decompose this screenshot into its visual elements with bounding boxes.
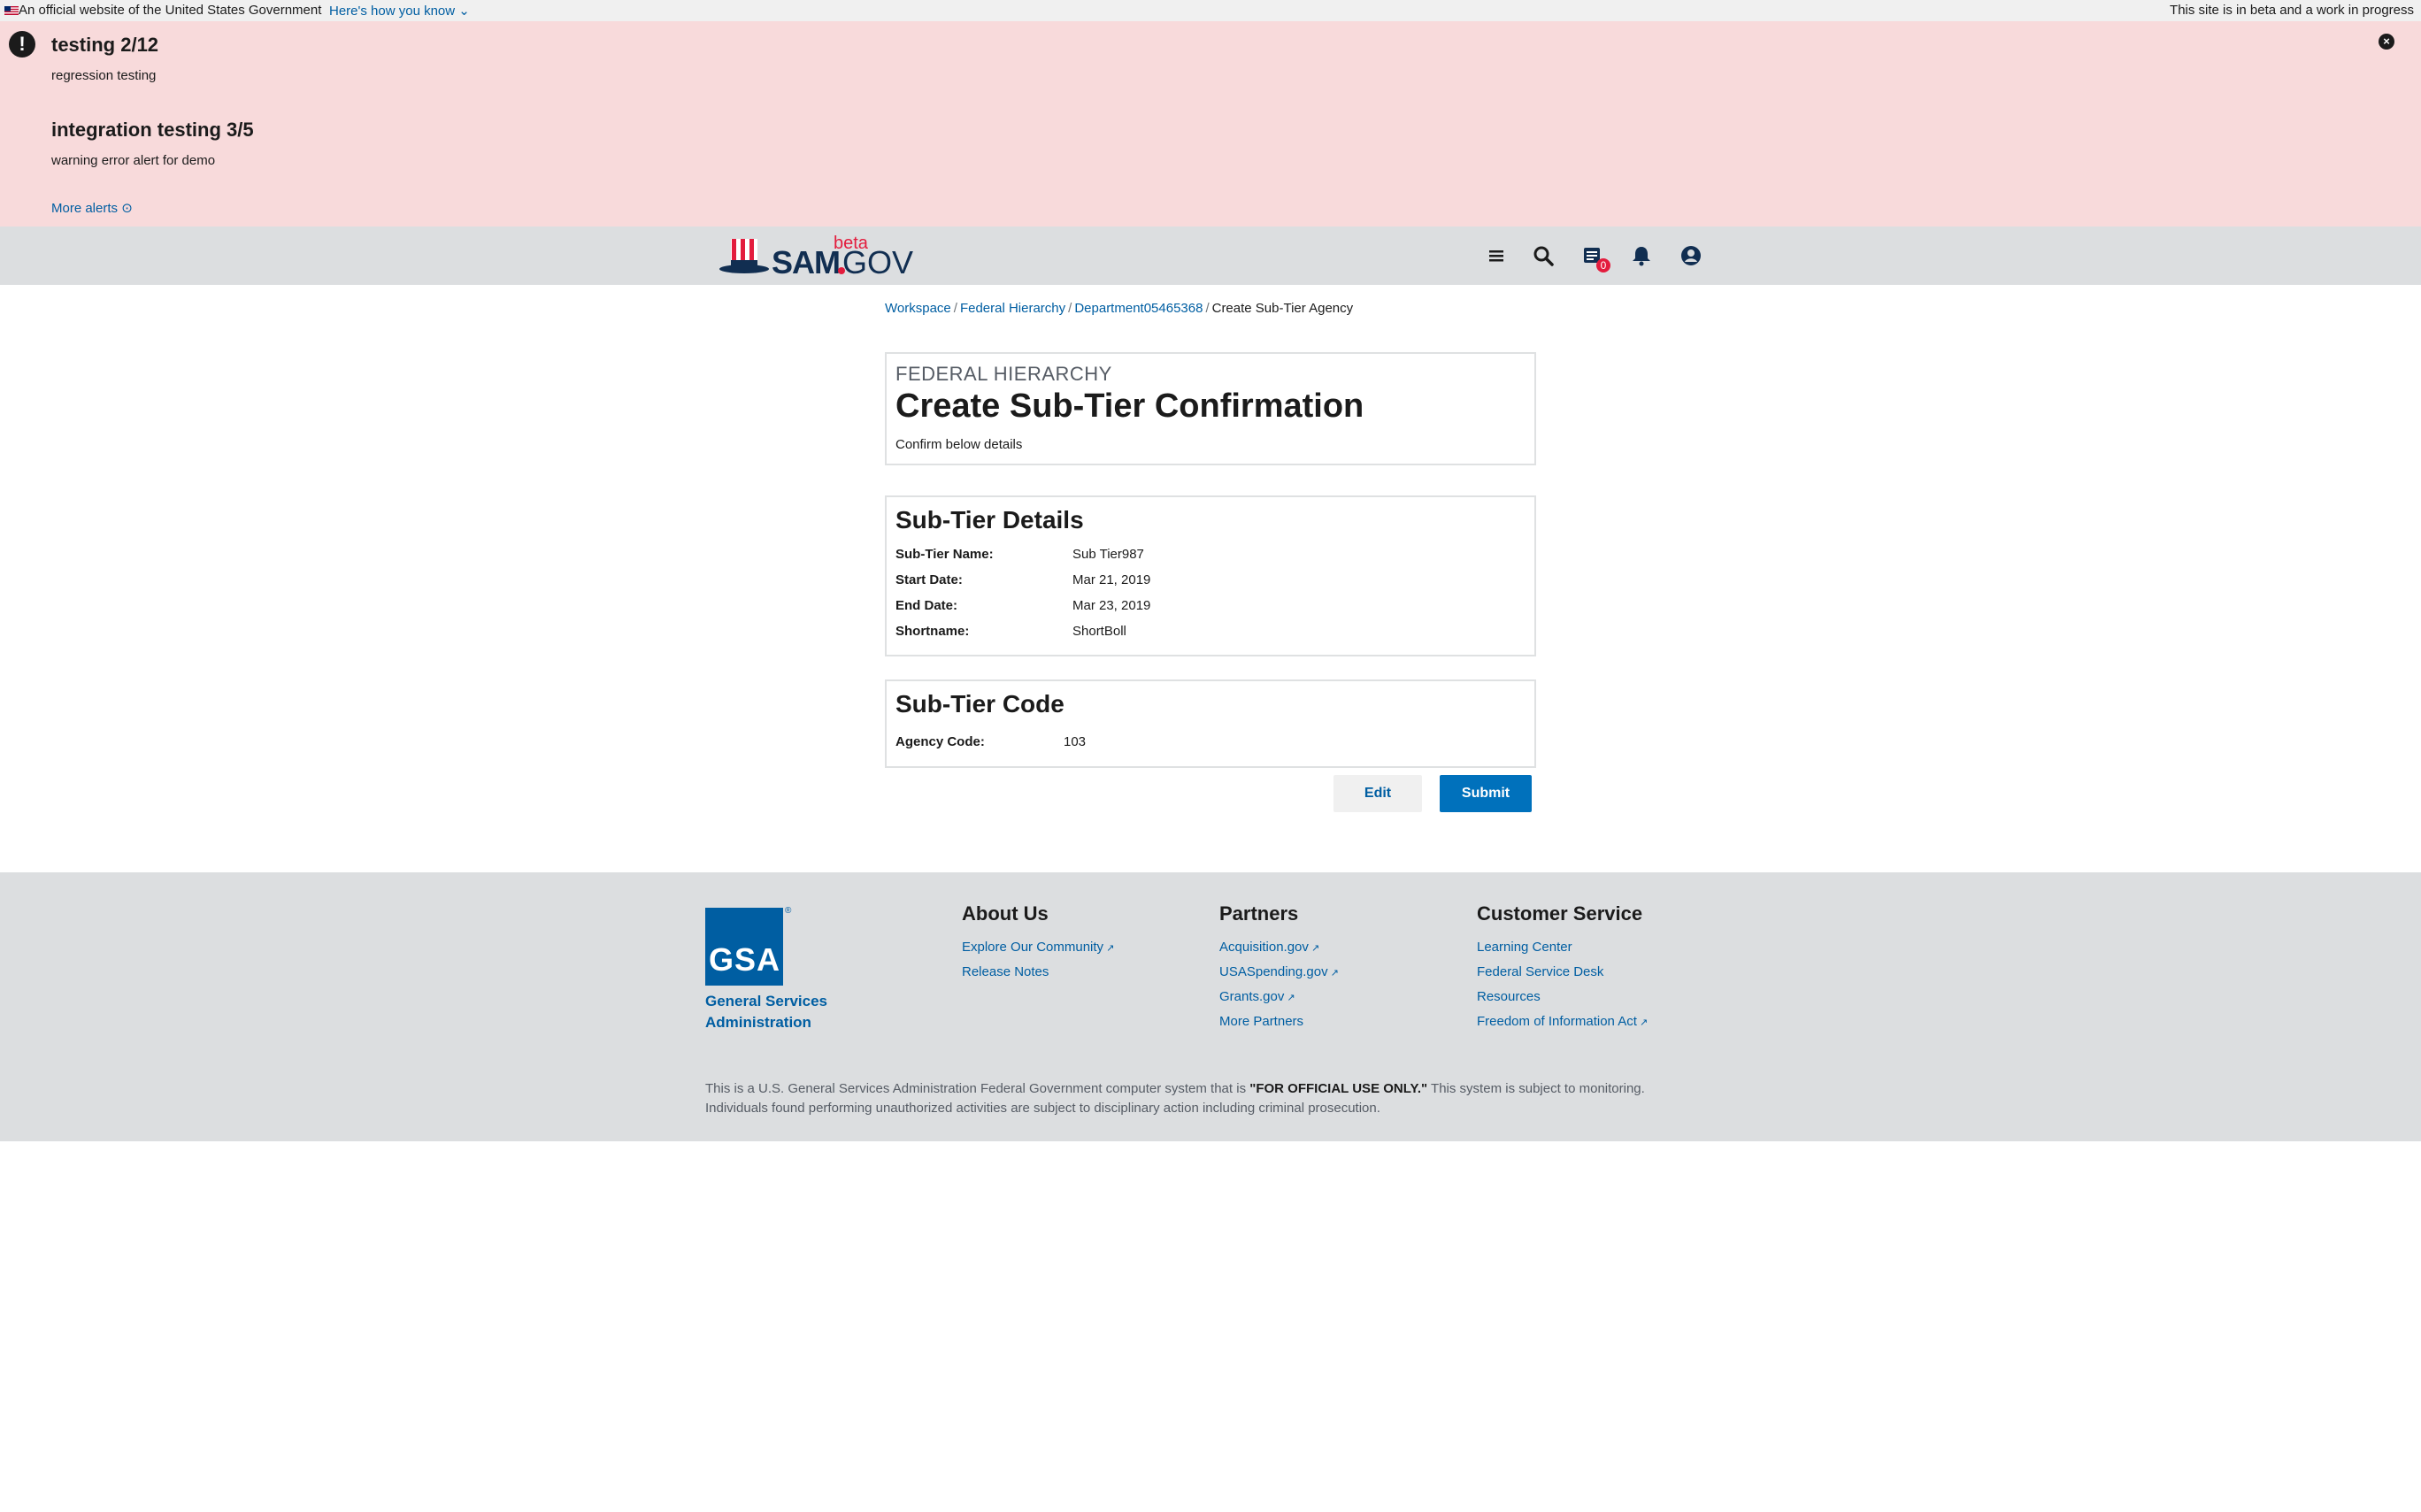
breadcrumb-separator: /	[1068, 301, 1072, 316]
footer-link-foia[interactable]: Freedom of Information Act ↗	[1477, 1014, 1648, 1029]
breadcrumb-separator: /	[1205, 301, 1210, 316]
gsa-logo-text: GSA	[709, 941, 781, 978]
breadcrumb-department[interactable]: Department05465368	[1074, 301, 1203, 316]
us-flag-icon	[4, 6, 19, 15]
disclaimer-official-use: "FOR OFFICIAL USE ONLY."	[1249, 1081, 1428, 1096]
logo-sam-text: SAM	[772, 244, 841, 280]
footer-link-label: Explore Our Community	[962, 940, 1104, 955]
external-link-icon: ↗	[1308, 943, 1320, 954]
more-alerts-link[interactable]: More alerts ⊙	[51, 200, 133, 216]
alert-body: regression testing	[51, 68, 157, 83]
exclamation-icon: !	[9, 31, 35, 58]
alert-body: warning error alert for demo	[51, 153, 216, 168]
beta-notice: This site is in beta and a work in progr…	[2170, 3, 2414, 18]
site-footer: GSA ® General Services Administration Ab…	[0, 872, 2421, 1141]
gsa-logo[interactable]: GSA	[705, 908, 783, 986]
breadcrumb: Workspace / Federal Hierarchy / Department05…	[885, 301, 1353, 316]
sub-tier-code-card: Sub-Tier Code Agency Code: 103	[885, 679, 1536, 768]
gov-banner: An official website of the United States…	[0, 0, 2421, 21]
page-title: Create Sub-Tier Confirmation	[895, 388, 1364, 425]
code-heading: Sub-Tier Code	[895, 690, 1064, 718]
footer-heading-customer-service: Customer Service	[1477, 902, 1643, 925]
footer-link-usaspending[interactable]: USASpending.gov ↗	[1219, 964, 1339, 979]
site-header: SAM GOV beta	[0, 226, 2421, 285]
end-date-value: Mar 23, 2019	[1072, 598, 1151, 613]
sub-tier-details-card: Sub-Tier Details Sub-Tier Name: Sub Tier…	[885, 495, 1536, 656]
bell-icon[interactable]	[1630, 244, 1653, 267]
alerts-panel: ! testing 2/12 regression testing integr…	[0, 21, 2421, 226]
shortname-label: Shortname:	[895, 624, 970, 639]
page-subtitle: Confirm below details	[895, 437, 1023, 452]
edit-button[interactable]: Edit	[1333, 775, 1422, 812]
disclaimer-text: This is a U.S. General Services Administ…	[705, 1081, 1250, 1096]
footer-link-more-partners[interactable]: More Partners	[1219, 1014, 1303, 1029]
external-link-icon: ↗	[1103, 943, 1115, 954]
uncle-sam-hat-icon	[719, 239, 769, 273]
footer-link-label: USASpending.gov	[1219, 964, 1328, 979]
footer-link-acquisition[interactable]: Acquisition.gov ↗	[1219, 940, 1319, 955]
section-eyebrow: FEDERAL HIERARCHY	[895, 363, 1112, 385]
footer-link-label: Acquisition.gov	[1219, 940, 1309, 955]
end-date-label: End Date:	[895, 598, 958, 613]
more-alerts-label: More alerts	[51, 201, 119, 216]
messages-count-badge: 0	[1596, 258, 1610, 272]
footer-link-label: Freedom of Information Act	[1477, 1014, 1637, 1029]
sam-gov-logo[interactable]: SAM GOV beta	[719, 234, 913, 280]
breadcrumb-workspace[interactable]: Workspace	[885, 301, 951, 316]
footer-link-grants[interactable]: Grants.gov ↗	[1219, 989, 1295, 1004]
gsa-name[interactable]: General Services Administration	[705, 991, 847, 1033]
breadcrumb-current: Create Sub-Tier Agency	[1211, 301, 1354, 316]
sub-tier-name-label: Sub-Tier Name:	[895, 547, 994, 562]
shortname-value: ShortBoll	[1072, 624, 1126, 639]
chevron-down-icon: ⌄	[455, 4, 470, 19]
footer-heading-about: About Us	[962, 902, 1049, 925]
official-site-text: An official website of the United States…	[19, 3, 322, 18]
sub-tier-name-value: Sub Tier987	[1072, 547, 1144, 562]
footer-link-explore-community[interactable]: Explore Our Community ↗	[962, 940, 1114, 955]
footer-heading-partners: Partners	[1219, 902, 1299, 925]
registered-mark-icon: ®	[785, 906, 792, 916]
footer-link-resources[interactable]: Resources	[1477, 989, 1541, 1004]
logo-beta-text: beta	[834, 234, 868, 253]
footer-link-service-desk[interactable]: Federal Service Desk	[1477, 964, 1603, 979]
details-heading: Sub-Tier Details	[895, 506, 1084, 533]
menu-icon[interactable]	[1485, 244, 1508, 267]
agency-code-value: 103	[1064, 734, 1087, 749]
alert-title: integration testing 3/5	[51, 119, 254, 141]
footer-link-release-notes[interactable]: Release Notes	[962, 964, 1049, 979]
close-icon[interactable]: ×	[2379, 34, 2394, 50]
how-you-know-label: Here's how you know	[329, 4, 456, 19]
footer-link-learning-center[interactable]: Learning Center	[1477, 940, 1572, 955]
external-link-icon: ↗	[1284, 993, 1295, 1003]
external-link-icon: ↗	[1636, 1017, 1649, 1028]
start-date-value: Mar 21, 2019	[1072, 572, 1151, 587]
agency-code-label: Agency Code:	[895, 734, 985, 749]
footer-disclaimer: This is a U.S. General Services Administ…	[705, 1079, 1705, 1118]
breadcrumb-separator: /	[953, 301, 957, 316]
chevron-circle-down-icon: ⊙	[121, 201, 133, 216]
submit-button[interactable]: Submit	[1440, 775, 1532, 812]
alert-title: testing 2/12	[51, 34, 159, 56]
external-link-icon: ↗	[1327, 968, 1339, 979]
search-icon[interactable]	[1532, 244, 1555, 267]
confirmation-header-card: FEDERAL HIERARCHY Create Sub-Tier Confir…	[885, 352, 1536, 465]
how-you-know-link[interactable]: Here's how you know ⌄	[329, 3, 470, 19]
footer-link-label: Grants.gov	[1219, 989, 1285, 1004]
user-icon[interactable]	[1679, 244, 1702, 267]
breadcrumb-federal-hierarchy[interactable]: Federal Hierarchy	[960, 301, 1065, 316]
start-date-label: Start Date:	[895, 572, 963, 587]
